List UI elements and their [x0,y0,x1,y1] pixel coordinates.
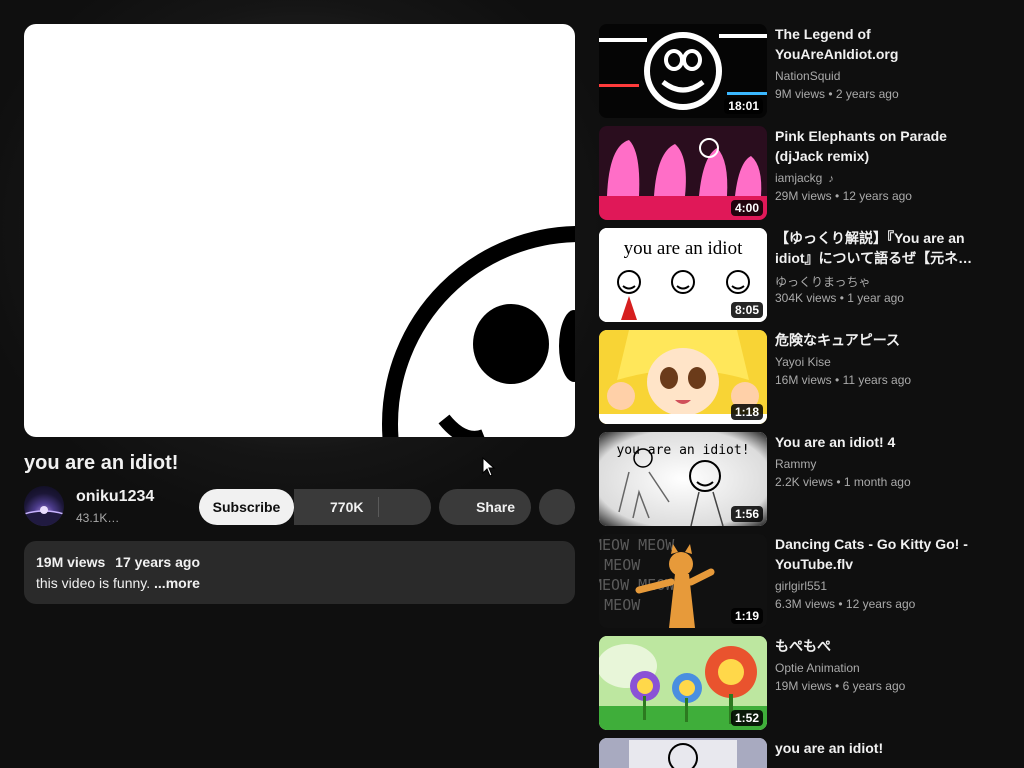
mouse-cursor-icon [482,457,496,477]
view-count: 6.3M views [775,597,836,611]
video-duration: 1:19 [730,608,763,624]
recommendation-item[interactable]: you are an idiot 8:05 【ゆっくり解説】『You are a… [599,228,1019,322]
video-duration: 8:05 [730,302,763,318]
video-title[interactable]: The Legend of YouAreAnIdiot.org [775,24,975,64]
video-thumbnail[interactable]: MEOW MEOW MEOW MEOW MEOW MEOW MEOW MEOW … [599,534,767,628]
subscriber-count: 43.1K… [76,511,120,525]
separator: • [835,189,840,203]
channel-name[interactable]: Optie Animation [775,661,860,675]
view-count: 29M views [775,189,832,203]
video-thumbnail[interactable]: you are an idiot! 1:56 [599,432,767,526]
video-duration: 1:18 [730,404,763,420]
view-count: 2.2K views [775,475,834,489]
view-info: 304K views • 1 year ago [775,291,904,305]
view-info: 6.3M views • 12 years ago [775,597,915,611]
video-player[interactable] [24,24,575,437]
description-box[interactable]: 19M views 17 years ago this video is fun… [24,541,575,604]
channel-name[interactable]: ゆっくりまっちゃ [775,273,871,290]
separator: • [835,679,840,693]
channel-name[interactable]: Rammy [775,457,816,471]
recommendation-item[interactable]: MEOW MEOW MEOW MEOW MEOW MEOW MEOW MEOW … [599,534,1019,628]
thumbnail-caption: MEOW MEOW [599,556,641,574]
video-duration: 18:01 [724,98,763,114]
video-thumbnail[interactable]: 1:18 [599,330,767,424]
view-count: 16M views [775,373,832,387]
channel-name[interactable]: iamjackg ♪ [775,171,834,185]
subscribe-button[interactable]: Subscribe [199,489,294,525]
channel-name[interactable]: Yayoi Kise [775,355,831,369]
show-more-link[interactable]: ...more [154,575,200,591]
view-count: 304K views [775,291,837,305]
thumbnail-caption: you are an idiot! [616,443,749,458]
view-info: 2.2K views • 1 month ago [775,475,911,489]
video-title[interactable]: 危険なキュアピース [775,330,975,350]
upload-age: 6 years ago [842,679,906,693]
thumbnail-caption: you are an idiot [624,238,743,259]
video-duration: 1:52 [730,710,763,726]
upload-age: 11 years ago [842,373,912,387]
recommendation-item[interactable]: 4:00 Pink Elephants on Parade (djJack re… [599,126,1019,220]
video-title[interactable]: 【ゆっくり解説】『You are an idiot』について語るぜ【元ネ… [775,228,975,268]
recommendation-item[interactable]: 1:52 もぺもぺ Optie Animation 19M views • 6 … [599,636,1019,730]
more-actions-button[interactable] [539,489,575,525]
upload-age: 12 years ago [845,597,916,611]
view-info: 19M views • 6 years ago [775,679,905,693]
recommendation-item[interactable]: you are an idiot! 1:56 You are an idiot!… [599,432,1019,526]
separator: • [838,597,843,611]
channel-name[interactable]: oniku1234 [76,488,154,506]
channel-name[interactable]: NationSquid [775,69,840,83]
video-title[interactable]: もぺもぺ [775,636,975,656]
description-text: this video is funny. ...more [36,575,563,591]
video-title[interactable]: Pink Elephants on Parade (djJack remix) [775,126,975,166]
channel-avatar[interactable] [24,486,64,526]
share-label: Share [476,499,515,515]
upload-age: 1 month ago [843,475,911,489]
separator: • [835,373,840,387]
upload-age: 1 year ago [847,291,904,305]
video-duration: 1:56 [730,506,763,522]
like-dislike-divider [378,497,379,517]
video-duration: 4:00 [730,200,763,216]
video-title[interactable]: Dancing Cats - Go Kitty Go! - YouTube.fl… [775,534,975,574]
upload-age: 17 years ago [115,554,200,570]
upload-age: 2 years ago [835,87,899,101]
video-title[interactable]: You are an idiot! 4 [775,432,975,452]
channel-name-text: iamjackg [775,171,823,185]
separator: • [839,291,844,305]
thumbnail-caption: MEOW MEOW [599,596,641,614]
view-info: 9M views • 2 years ago [775,87,899,101]
separator: • [828,87,833,101]
recommendation-item[interactable]: you are an idiot! [599,738,1019,768]
video-thumbnail[interactable]: 1:52 [599,636,767,730]
video-thumbnail[interactable]: you are an idiot 8:05 [599,228,767,322]
like-button[interactable]: 770K [294,489,431,525]
view-count: 19M views [36,554,106,570]
view-count: 9M views [775,87,826,101]
video-title[interactable]: you are an idiot! [775,738,975,758]
video-thumbnail[interactable] [599,738,767,768]
thumbnail-caption: MEOW MEOW [599,536,675,554]
channel-name[interactable]: girlgirl551 [775,579,827,593]
separator: • [836,475,841,489]
video-frame-smiley [382,226,575,437]
video-meta: 19M views 17 years ago [36,554,563,570]
upload-age: 12 years ago [842,189,912,203]
description-snippet: this video is funny. [36,575,155,591]
recommendation-item[interactable]: 1:18 危険なキュアピース Yayoi Kise 16M views • 11… [599,330,1019,424]
recommendation-item[interactable]: 18:01 The Legend of YouAreAnIdiot.org Na… [599,24,1019,118]
video-thumbnail[interactable]: 18:01 [599,24,767,118]
video-thumbnail[interactable]: 4:00 [599,126,767,220]
share-button[interactable]: Share [439,489,531,525]
view-count: 19M views [775,679,832,693]
video-title: you are an idiot! [24,452,179,474]
view-info: 29M views • 12 years ago [775,189,912,203]
view-info: 16M views • 11 years ago [775,373,911,387]
music-note-icon: ♪ [828,173,834,185]
like-count: 770K [330,499,364,515]
